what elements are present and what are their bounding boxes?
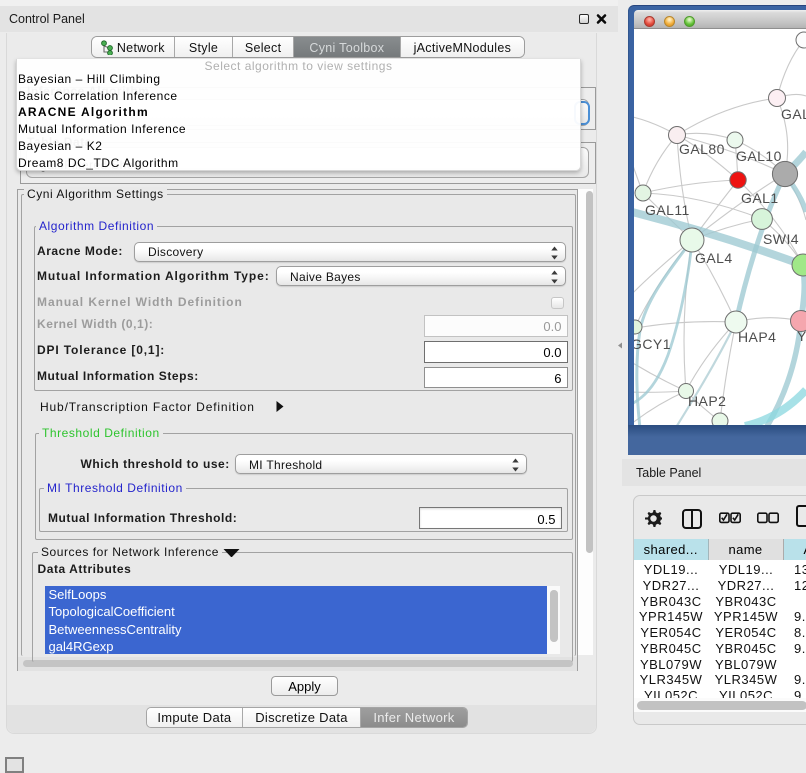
svg-text:HAP2: HAP2 — [688, 393, 726, 409]
svg-text:GCY1: GCY1 — [634, 336, 671, 352]
svg-text:GAL10: GAL10 — [736, 148, 782, 164]
svg-text:GAL7: GAL7 — [781, 106, 806, 122]
svg-text:HAP4: HAP4 — [738, 329, 776, 345]
svg-text:GAL11: GAL11 — [645, 202, 690, 218]
svg-text:GAL80: GAL80 — [679, 141, 725, 157]
svg-text:GAL1: GAL1 — [741, 190, 779, 206]
svg-text:YJ: YJ — [797, 328, 806, 344]
svg-text:SWI4: SWI4 — [763, 231, 799, 247]
svg-text:GAL4: GAL4 — [695, 250, 733, 266]
